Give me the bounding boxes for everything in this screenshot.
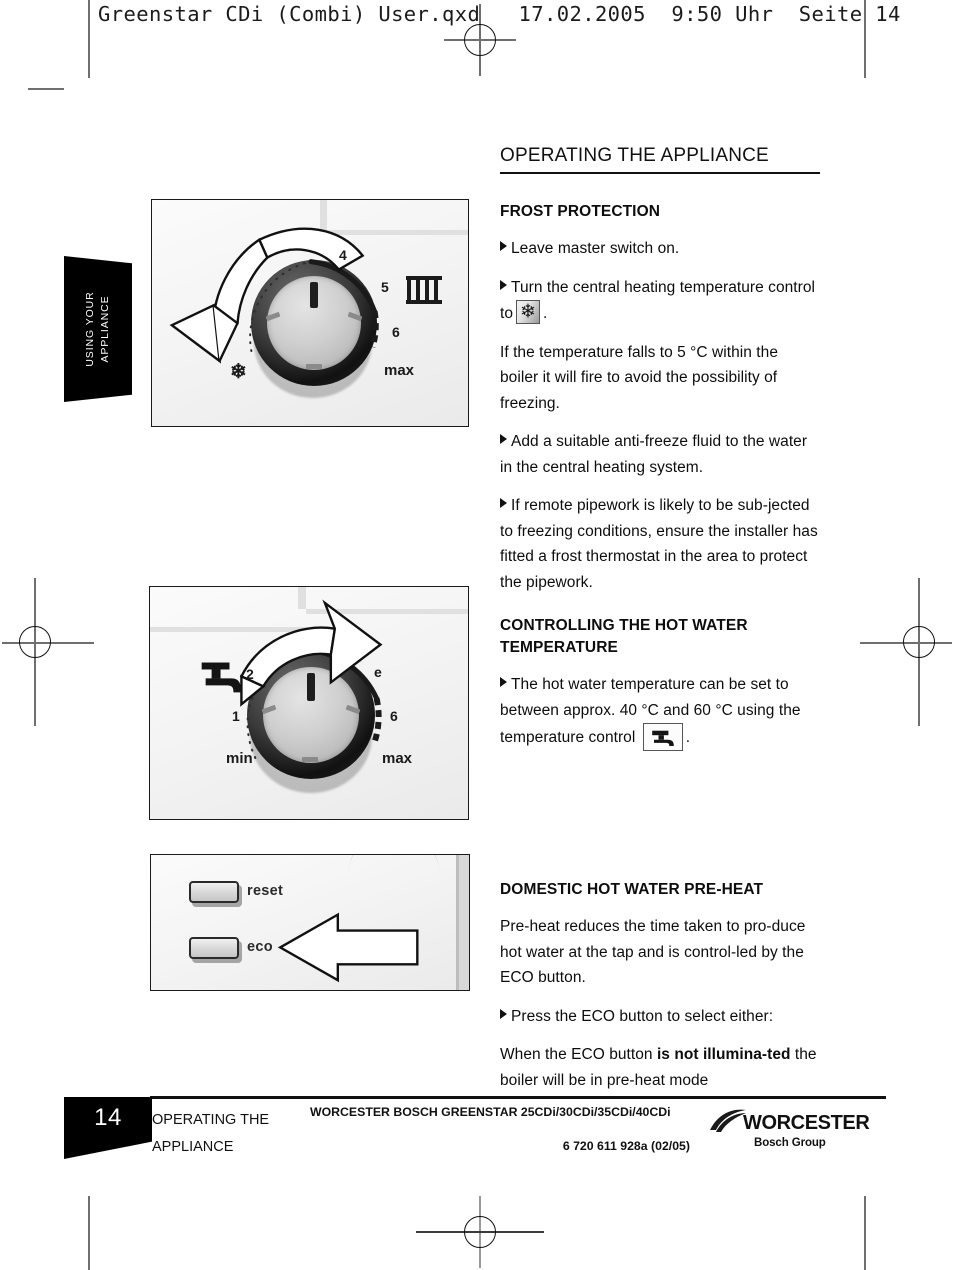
main-text-column: OPERATING THE APPLIANCE FROST PROTECTION…: [500, 145, 820, 1106]
section-heading-preheat: DOMESTIC HOT WATER PRE-HEAT: [500, 881, 764, 898]
preheat-text-pre: When the ECO button: [500, 1046, 657, 1063]
page-number: 14: [94, 1104, 122, 1131]
tap-glyph-svg: [651, 730, 674, 746]
tap-icon: [642, 723, 683, 751]
bullet-triangle-icon: [500, 241, 507, 251]
footer-rule: [150, 1096, 886, 1099]
figure1-scale-label-4: 4: [339, 247, 347, 263]
figure2-scale-label-e: e: [374, 664, 382, 680]
footer-doc-code: 6 720 611 928a (02/05): [562, 1139, 690, 1153]
figure2-scale-label-1: 1: [232, 708, 240, 724]
registration-mark-right-middle: [860, 578, 952, 726]
registration-mark-bottom-center: [416, 1196, 544, 1268]
section-heading-hot-water-temperature: CONTROLLING THE HOT WATER TEMPERATURE: [500, 617, 748, 656]
footer-product-info: WORCESTER BOSCH GREENSTAR 25CDi/30CDi/35…: [310, 1104, 690, 1154]
figure-reset-eco-buttons: reset eco: [150, 854, 470, 991]
footer-product-line: WORCESTER BOSCH GREENSTAR 25CDi/30CDi/35…: [310, 1105, 671, 1119]
hot-water-bullet-1: The hot water temperature can be set to …: [500, 672, 820, 751]
figure3-vector-layer: [277, 912, 419, 983]
preheat-paragraph-2: When the ECO button is not illumina-ted …: [500, 1042, 820, 1093]
qxd-file-header: Greenstar CDi (Combi) User.qxd 17.02.200…: [98, 2, 901, 26]
figure-hot-water-dial: min 1 2 e 6 max: [149, 586, 469, 820]
preheat-paragraph-1: Pre-heat reduces the time taken to pro-d…: [500, 918, 806, 986]
figure2-vector-layer: [239, 599, 383, 759]
figure1-snowflake-label: ❄: [230, 361, 247, 383]
frost-bullet-4: If remote pipework is likely to be sub-j…: [500, 493, 820, 595]
crop-mark-bottom-right-vertical: [864, 1196, 866, 1270]
frost-paragraph-temperature: If the temperature falls to 5 °C within …: [500, 343, 779, 412]
worcester-swoosh-icon: [710, 1109, 746, 1132]
brand-subline: Bosch Group: [754, 1137, 826, 1149]
figure1-scale-label-6: 6: [392, 324, 400, 340]
section-heading-frost-protection: FROST PROTECTION: [500, 203, 661, 220]
figure2-scale-label-max: max: [382, 750, 413, 767]
frost-bullet-3-text: Add a suitable anti-freeze fluid to the …: [500, 433, 808, 476]
bullet-triangle-icon: [500, 279, 507, 290]
registration-mark-left-middle: [2, 578, 94, 726]
preheat-text-bold: is not illumina-ted: [656, 1046, 791, 1063]
frost-bullet-2: Turn the central heating temperature con…: [500, 275, 820, 327]
frost-bullet-4-text: If remote pipework is likely to be sub-j…: [500, 497, 818, 591]
frost-bullet-1: Leave master switch on.: [500, 236, 820, 262]
preheat-bullet-1-text: Press the ECO button to select either:: [511, 1007, 774, 1025]
crop-mark-top-left-vertical: [88, 0, 90, 78]
radiator-icon: [406, 276, 442, 304]
document-page: Greenstar CDi (Combi) User.qxd 17.02.200…: [0, 0, 954, 1270]
side-thumb-tab-text: USING YOUR APPLIANCE: [83, 256, 113, 402]
preheat-bullet-1: Press the ECO button to select either:: [500, 1004, 820, 1030]
figure-central-heating-dial: 4 5 6 max ❄: [151, 199, 469, 427]
brand-name: WORCESTER: [743, 1112, 870, 1134]
footer-section-line1: OPERATING THE: [152, 1112, 270, 1128]
figure2-scale-label-2: 2: [246, 666, 254, 682]
hot-water-bullet-1-after: .: [685, 729, 691, 746]
crop-mark-left-tick: [28, 88, 64, 90]
crop-mark-bottom-left-vertical: [88, 1196, 90, 1270]
page-number-badge: 14: [64, 1097, 152, 1159]
figure1-vector-layer: [169, 227, 379, 364]
bullet-triangle-icon: [500, 498, 507, 508]
figure1-scale-label-max: max: [384, 362, 415, 379]
side-tab-line2: APPLIANCE: [99, 295, 111, 363]
bullet-triangle-icon: [500, 677, 507, 687]
frost-bullet-2-after: .: [543, 305, 548, 322]
frost-bullet-3: Add a suitable anti-freeze fluid to the …: [500, 429, 820, 480]
bullet-triangle-icon: [500, 434, 507, 444]
figure2-scale-label-6: 6: [390, 708, 398, 724]
frost-bullet-1-text: Leave master switch on.: [511, 240, 680, 257]
snowflake-icon: ❄: [516, 300, 541, 324]
footer-section-line2: APPLIANCE: [152, 1139, 234, 1155]
footer-section-name: OPERATING THE APPLIANCE: [152, 1107, 322, 1161]
bullet-triangle-icon: [500, 1008, 507, 1019]
page-title: OPERATING THE APPLIANCE: [500, 145, 820, 174]
figure2-scale-label-min: min: [226, 750, 253, 767]
snowflake-glyph: ❄: [520, 301, 537, 323]
side-tab-line1: USING YOUR: [84, 291, 96, 367]
figure1-scale-label-5: 5: [381, 279, 389, 295]
side-thumb-tab: USING YOUR APPLIANCE: [64, 256, 132, 402]
